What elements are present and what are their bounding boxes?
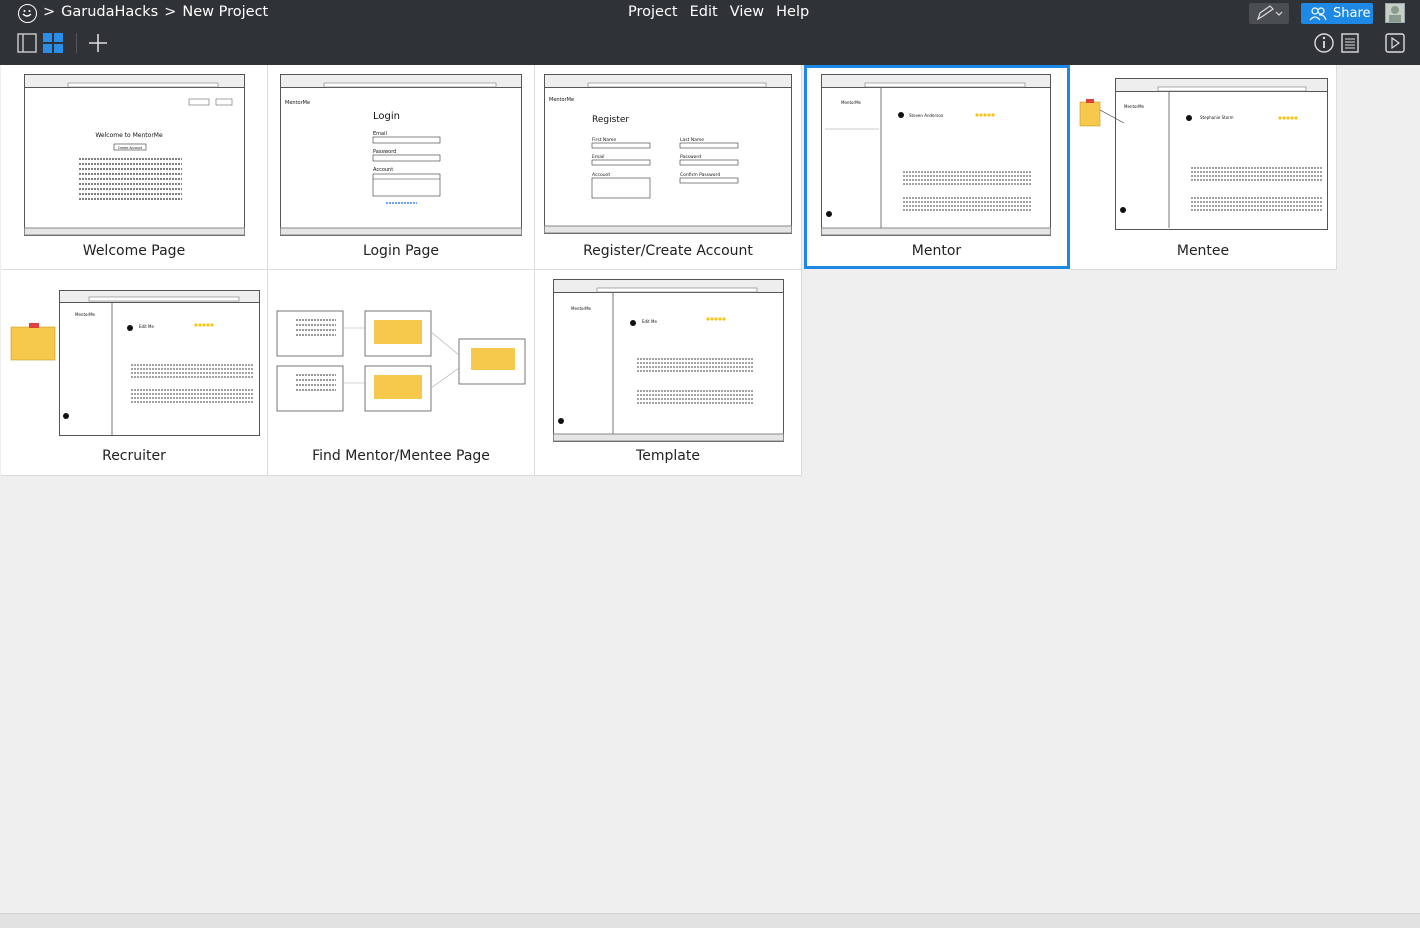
menu-project[interactable]: Project (628, 4, 678, 20)
svg-text:Password: Password (680, 154, 701, 160)
mockup-card-find[interactable]: Find Mentor/Mentee Page (268, 270, 535, 476)
svg-text:MentorMe: MentorMe (571, 306, 592, 311)
share-button[interactable]: Share (1301, 3, 1373, 24)
grid-view-icon[interactable] (43, 33, 64, 53)
mockup-card-mentee[interactable]: MentorMe Stephanie Storm Mentee (1070, 65, 1337, 270)
template-page-thumbnail: MentorMe Edit Me (553, 279, 784, 442)
mockup-label: Mentee (1176, 243, 1230, 259)
menu-help[interactable]: Help (776, 4, 809, 20)
svg-text:MentorMe: MentorMe (549, 97, 574, 103)
find-page-thumbnail (276, 310, 526, 412)
register-page-thumbnail: MentorMe Register First Name Last Name E… (544, 74, 792, 234)
chevron-down-icon (1275, 11, 1283, 16)
mockup-label: Recruiter (102, 448, 166, 464)
svg-text:Confirm Password: Confirm Password (680, 172, 720, 178)
mockup-label: Template (636, 448, 700, 464)
breadcrumb-separator: > (164, 4, 177, 20)
present-icon[interactable] (1385, 33, 1405, 53)
breadcrumb: > GarudaHacks > New Project (43, 4, 268, 20)
add-icon[interactable] (88, 33, 108, 53)
toolbar-divider (76, 33, 77, 53)
svg-text:Password: Password (373, 149, 396, 155)
top-bar: > GarudaHacks > New Project Project Edit… (0, 0, 1420, 65)
breadcrumb-project-group[interactable]: GarudaHacks (61, 4, 158, 20)
main-menu: Project Edit View Help (628, 4, 809, 20)
svg-text:Stephanie Storm: Stephanie Storm (1200, 115, 1234, 120)
svg-text:Email: Email (592, 154, 605, 160)
svg-text:Email: Email (373, 131, 387, 137)
menu-edit[interactable]: Edit (690, 4, 718, 20)
mockup-label: Find Mentor/Mentee Page (312, 448, 490, 464)
breadcrumb-project-name[interactable]: New Project (182, 4, 268, 20)
mockup-card-register[interactable]: MentorMe Register First Name Last Name E… (535, 65, 802, 270)
mockup-label: Login Page (362, 243, 440, 259)
single-view-icon[interactable] (17, 33, 37, 53)
svg-text:MentorMe: MentorMe (841, 100, 862, 105)
mockup-card-welcome[interactable]: Welcome to MentorMe Create Account Welco… (1, 65, 268, 270)
mockup-card-login[interactable]: MentorMe Login Email Password Account Lo… (268, 65, 535, 270)
svg-text:Account: Account (592, 172, 610, 178)
balsamiq-logo-icon[interactable] (18, 4, 37, 23)
recruiter-page-thumbnail: MentorMe Edit Me (10, 290, 260, 436)
svg-text:Last Name: Last Name (680, 137, 704, 143)
login-page-thumbnail: MentorMe Login Email Password Account (280, 74, 522, 236)
breadcrumb-separator: > (43, 4, 56, 20)
info-icon[interactable] (1314, 33, 1334, 53)
mockup-label: Welcome Page (82, 243, 186, 259)
horizontal-scrollbar[interactable] (0, 913, 1420, 928)
mockup-card-template[interactable]: MentorMe Edit Me Template (535, 270, 802, 476)
mockup-card-recruiter[interactable]: MentorMe Edit Me Recruiter (1, 270, 268, 476)
svg-text:Edit Me: Edit Me (139, 324, 154, 329)
pencil-icon (1256, 5, 1274, 21)
svg-text:Account: Account (373, 167, 393, 173)
mockup-label: Mentor (911, 243, 962, 259)
mockup-card-mentor[interactable]: MentorMe Steven Anderson Mentor (804, 65, 1070, 269)
edit-mode-button[interactable] (1249, 3, 1289, 24)
menu-view[interactable]: View (730, 4, 764, 20)
mockup-label: Register/Create Account (583, 243, 753, 259)
svg-text:MentorMe: MentorMe (285, 100, 310, 106)
welcome-page-thumbnail: Welcome to MentorMe Create Account (24, 74, 245, 236)
svg-text:Steven Anderson: Steven Anderson (909, 113, 944, 118)
svg-text:Register: Register (592, 115, 629, 125)
users-icon (1309, 6, 1327, 20)
mentee-page-thumbnail: MentorMe Stephanie Storm (1079, 78, 1328, 230)
svg-text:Edit Me: Edit Me (642, 319, 657, 324)
share-label: Share (1333, 6, 1371, 21)
notes-icon[interactable] (1341, 33, 1359, 53)
mentor-page-thumbnail: MentorMe Steven Anderson (821, 74, 1051, 236)
svg-text:Welcome to MentorMe: Welcome to MentorMe (95, 132, 163, 139)
svg-text:Login: Login (373, 111, 400, 122)
svg-text:Create Account: Create Account (118, 146, 143, 150)
user-avatar[interactable] (1385, 3, 1405, 23)
svg-text:First Name: First Name (592, 137, 616, 143)
svg-text:MentorMe: MentorMe (1124, 104, 1145, 109)
svg-text:MentorMe: MentorMe (75, 312, 96, 317)
